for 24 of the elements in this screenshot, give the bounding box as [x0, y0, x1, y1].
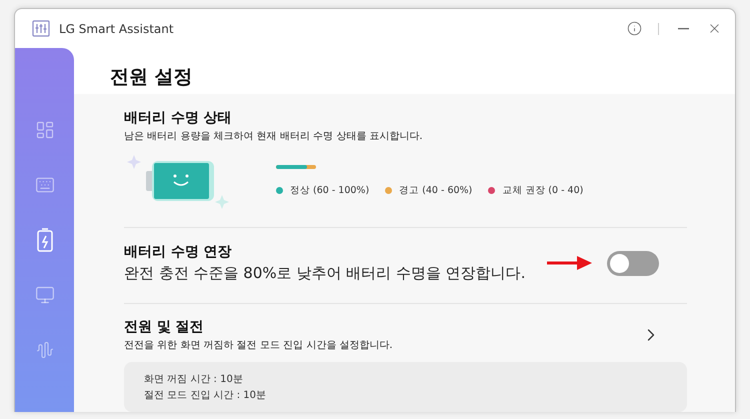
legend-label: 경고 (40 - 60%): [399, 184, 472, 197]
battery-charging-icon: [36, 228, 52, 252]
toggle-switch[interactable]: [607, 250, 659, 276]
section-description: 남은 배터리 용량을 체크하여 현재 배터리 수명 상태를 표시합니다.: [124, 130, 424, 143]
legend-label: 교체 권장 (0 - 40): [502, 184, 584, 197]
dashboard-icon: [34, 120, 54, 140]
detail-text: 화면 꺼짐 시간 : 10분: [144, 373, 244, 386]
keyboard-icon: [34, 175, 54, 195]
waveform-icon: [36, 341, 54, 359]
battery-health-bar: [276, 165, 316, 169]
legend-label: 정상 (60 - 100%): [290, 184, 370, 197]
page-title: 전원 설정: [109, 65, 194, 90]
section-description: 완전 충전 수준을 80%로 낮추어 배터리 수명을 연장합니다.: [124, 264, 526, 283]
section-title: 배터리 수명 연장: [124, 243, 233, 261]
minimize-icon: [678, 28, 688, 30]
app-logo-icon: [32, 20, 50, 37]
section-description: 전전을 위한 화면 꺼짐하 절전 모드 진입 시간을 설정합니다.: [124, 339, 394, 352]
monitor-icon: [34, 285, 54, 305]
arrow-icon: [547, 255, 593, 271]
section-title: 배터리 수명 상태: [124, 109, 233, 127]
detail-text: 절전 모드 진입 시간 : 10분: [144, 389, 267, 402]
info-icon: [626, 21, 642, 36]
window-title: LG Smart Assistant: [59, 22, 175, 36]
section-title: 전원 및 절전: [124, 318, 205, 336]
